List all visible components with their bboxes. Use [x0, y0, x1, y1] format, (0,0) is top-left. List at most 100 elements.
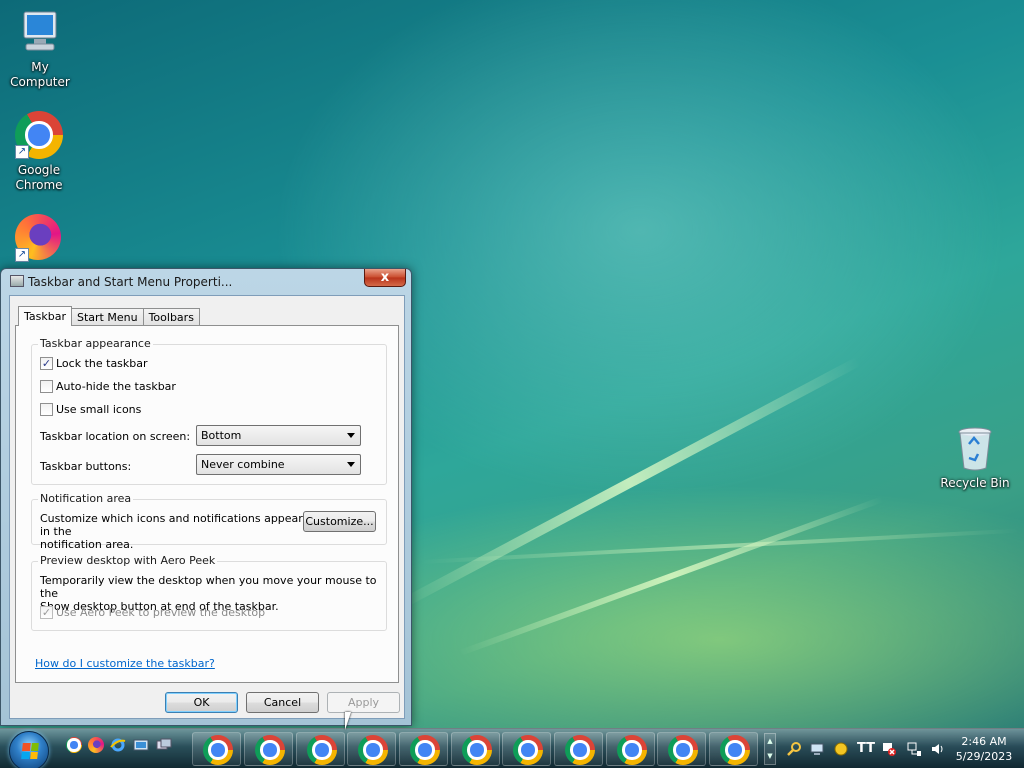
group-title: Preview desktop with Aero Peek: [38, 554, 218, 567]
scroll-up-icon[interactable]: ▲: [765, 734, 775, 749]
taskbar-buttons-select[interactable]: Never combine: [196, 454, 361, 475]
chrome-icon: [410, 735, 440, 765]
checkbox-box[interactable]: ✓: [40, 357, 53, 370]
cancel-button[interactable]: Cancel: [246, 692, 319, 713]
network-computer-icon[interactable]: [809, 741, 825, 757]
group-title: Taskbar appearance: [38, 337, 153, 350]
desktop-icon-my-computer[interactable]: My Computer: [0, 8, 80, 90]
quicklaunch-chrome-icon[interactable]: [66, 737, 82, 753]
desktop-icon-recycle-bin[interactable]: Recycle Bin: [935, 424, 1015, 491]
chrome-icon: [668, 735, 698, 765]
wallpaper-streak: [397, 356, 862, 610]
help-link[interactable]: How do I customize the taskbar?: [35, 657, 215, 670]
close-icon: x: [380, 270, 390, 285]
tab-taskbar[interactable]: Taskbar: [18, 306, 72, 326]
start-button[interactable]: [9, 731, 49, 768]
taskbar-chrome-window-button[interactable]: [296, 732, 345, 766]
windows-logo-icon: [21, 743, 39, 759]
desktop-icon-firefox[interactable]: ↗: [0, 214, 79, 266]
use-aero-peek-checkbox[interactable]: ✓ Use Aero Peek to preview the desktop: [40, 606, 265, 619]
chrome-icon: [307, 735, 337, 765]
system-tray: TT 2:46 AM 5/29/2023: [780, 729, 1024, 768]
quicklaunch-switch-windows-icon[interactable]: [156, 737, 172, 753]
quicklaunch-internet-explorer-icon[interactable]: [110, 737, 126, 753]
dialog-titlebar[interactable]: Taskbar and Start Menu Properti... x: [1, 269, 411, 295]
checkbox-box[interactable]: [40, 380, 53, 393]
select-value: Bottom: [201, 429, 242, 442]
checkmark-icon: ✓: [41, 606, 52, 619]
close-button[interactable]: x: [364, 269, 406, 287]
tab-strip: Taskbar Start Menu Toolbars: [18, 306, 200, 326]
taskbar-properties-icon: [10, 275, 24, 287]
desktop-icon-label: Recycle Bin: [940, 476, 1010, 490]
small-icons-checkbox[interactable]: Use small icons: [40, 403, 141, 416]
checkmark-icon: ✓: [41, 357, 52, 370]
taskbar-chrome-window-button[interactable]: [347, 732, 396, 766]
checkbox-label: Lock the taskbar: [56, 357, 148, 370]
scroll-down-icon[interactable]: ▼: [765, 749, 775, 764]
customize-button[interactable]: Customize...: [303, 511, 376, 532]
taskbar-clock[interactable]: 2:46 AM 5/29/2023: [954, 734, 1014, 764]
checkbox-label: Auto-hide the taskbar: [56, 380, 176, 393]
recycle-bin-icon: [955, 424, 995, 472]
checkbox-box[interactable]: [40, 403, 53, 416]
desktop-icon-google-chrome[interactable]: ↗ Google Chrome: [0, 111, 79, 193]
taskbar-location-select[interactable]: Bottom: [196, 425, 361, 446]
volume-icon[interactable]: [930, 741, 946, 757]
taskbar-chrome-window-button[interactable]: [502, 732, 551, 766]
checkbox-label: Use small icons: [56, 403, 142, 416]
taskbar-scroll-buttons[interactable]: ▲ ▼: [764, 733, 776, 765]
dialog-title: Taskbar and Start Menu Properti...: [28, 275, 233, 289]
taskbar-chrome-window-button[interactable]: [192, 732, 241, 766]
checkbox-box[interactable]: ✓: [40, 606, 53, 619]
taskbar: ▲ ▼ TT 2:46 AM 5/29/2023: [0, 728, 1024, 768]
taskbar-chrome-window-button[interactable]: [244, 732, 293, 766]
aero-peek-group: Preview desktop with Aero Peek Temporari…: [31, 554, 387, 631]
clock-date: 5/29/2023: [955, 750, 1013, 763]
chevron-down-icon: [347, 462, 355, 467]
taskbar-chrome-window-button[interactable]: [451, 732, 500, 766]
chrome-icon: [358, 735, 388, 765]
taskbar-chrome-window-button[interactable]: [606, 732, 655, 766]
auto-hide-checkbox[interactable]: Auto-hide the taskbar: [40, 380, 176, 393]
apply-button[interactable]: Apply: [327, 692, 400, 713]
taskbar-tab-panel: Taskbar appearance ✓ Lock the taskbar Au…: [15, 325, 399, 683]
desktop-icon-label: My Computer: [10, 60, 70, 89]
wallpaper-streak: [458, 496, 884, 656]
action-center-flag-icon[interactable]: [881, 741, 897, 757]
taskbar-appearance-group: Taskbar appearance ✓ Lock the taskbar Au…: [31, 337, 387, 485]
taskbar-chrome-window-button[interactable]: [399, 732, 448, 766]
chrome-icon: [565, 735, 595, 765]
tab-toolbars[interactable]: Toolbars: [142, 308, 200, 326]
taskbar-chrome-window-button[interactable]: [657, 732, 706, 766]
chrome-icon: [617, 735, 647, 765]
yellow-badge-icon[interactable]: [833, 741, 849, 757]
computer-icon: [16, 8, 64, 56]
network-icon[interactable]: [906, 741, 922, 757]
select-value: Never combine: [201, 458, 285, 471]
clock-time: 2:46 AM: [961, 735, 1007, 748]
taskbar-properties-dialog: Taskbar and Start Menu Properti... x Tas…: [0, 268, 412, 726]
desktop-icon-label: Google Chrome: [15, 163, 63, 192]
search-icon[interactable]: [786, 741, 802, 757]
chrome-icon: [255, 735, 285, 765]
shortcut-arrow-icon: ↗: [15, 248, 29, 262]
chevron-down-icon: [347, 433, 355, 438]
quicklaunch-firefox-icon[interactable]: [88, 737, 104, 753]
ok-button[interactable]: OK: [165, 692, 238, 713]
notification-area-group: Notification area Customize which icons …: [31, 492, 387, 551]
quicklaunch-show-desktop-icon[interactable]: [133, 737, 149, 753]
shortcut-arrow-icon: ↗: [15, 145, 29, 159]
taskbar-chrome-window-button[interactable]: [709, 732, 758, 766]
chrome-icon: [513, 735, 543, 765]
lock-taskbar-checkbox[interactable]: ✓ Lock the taskbar: [40, 357, 148, 370]
notification-description: Customize which icons and notifications …: [40, 512, 303, 551]
font-text-icon[interactable]: TT: [857, 741, 875, 757]
taskbar-buttons-label: Taskbar buttons:: [40, 460, 132, 473]
chrome-icon: [462, 735, 492, 765]
taskbar-chrome-window-button[interactable]: [554, 732, 603, 766]
mouse-cursor-icon: [345, 712, 357, 730]
dialog-client-area: Taskbar Start Menu Toolbars Taskbar appe…: [9, 295, 405, 719]
checkbox-label: Use Aero Peek to preview the desktop: [56, 606, 266, 619]
tab-start-menu[interactable]: Start Menu: [71, 308, 144, 326]
